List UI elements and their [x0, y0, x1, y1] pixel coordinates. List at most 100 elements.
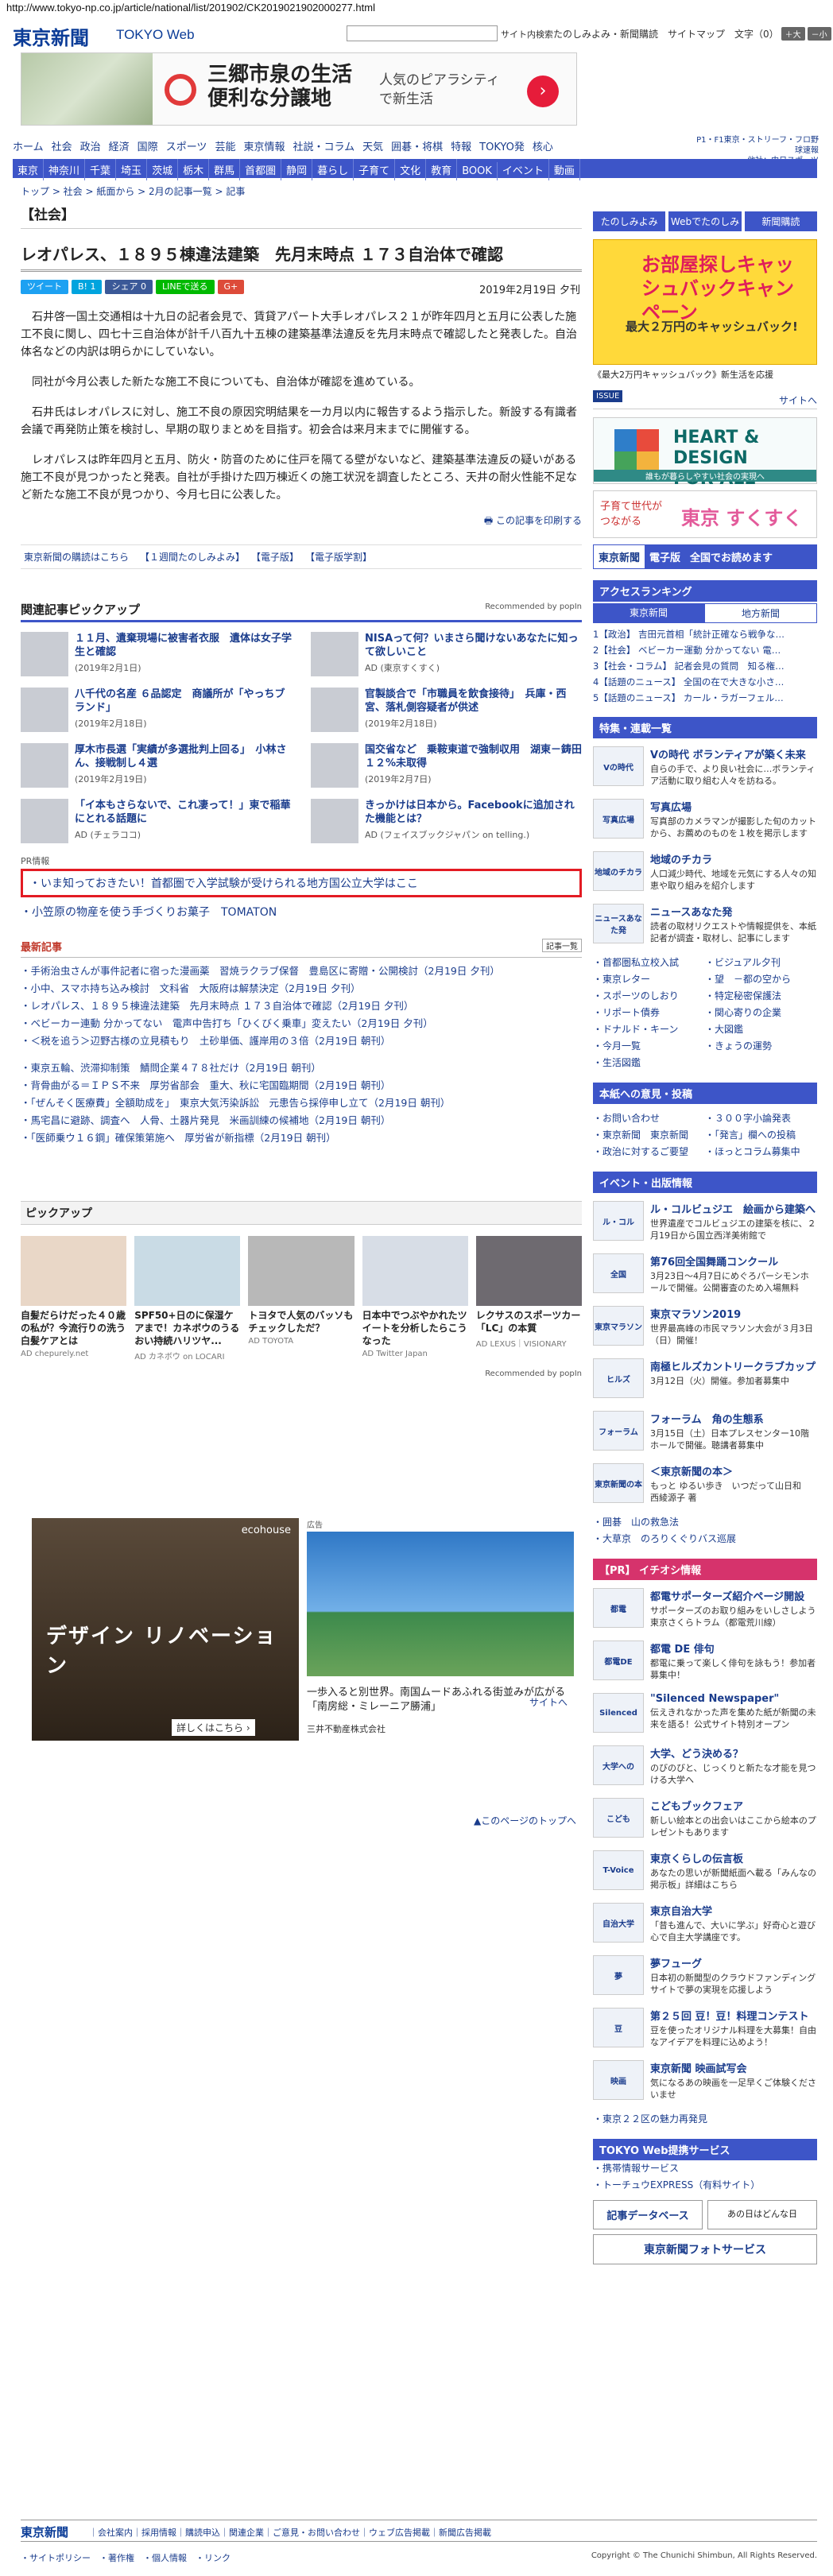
feature-item[interactable]: 地域のチカラ 地域のチカラ 人口減少時代、地域を元気にする人々の知恵や取り組みを紹介…	[593, 851, 817, 896]
event-title[interactable]: 南極ヒルズカントリークラブカップ	[650, 1358, 816, 1373]
pickup-title[interactable]: トヨタで人気のバッソもチェックしただ？	[248, 1309, 354, 1334]
feature-item[interactable]: 写真広場 写真広場 写真部のカメラマンが撮影した旬のカットから、お薦めのものを１枚を…	[593, 799, 817, 843]
ranking-item[interactable]: 2【社会】 ベビーカー運動 分かってない 電…	[593, 642, 817, 658]
related-item[interactable]: 厚木市長選「実績が多選批判上回る」 小林さん、接戦制し４選 (2019年2月19日…	[21, 743, 292, 791]
print-link[interactable]: 🖶 この記事を印刷する	[21, 513, 582, 530]
related-title[interactable]: 官製談合で「市職員を飲食接待」 兵庫・西宮、落札側容疑者が供述	[365, 688, 582, 715]
feature-item[interactable]: ニュースあなた発 ニュースあなた発 読者の取材リクエストや情報提供を、本紙記者が調査…	[593, 904, 817, 948]
site-logo[interactable]: 東京新聞	[13, 22, 89, 50]
pickup-item[interactable]: トヨタで人気のバッソもチェックしただ？ AD TOYOTA	[248, 1236, 355, 1362]
ad-site-link[interactable]: サイトへ	[529, 1695, 568, 1709]
site-search-input[interactable]	[347, 25, 498, 41]
related-item[interactable]: １１月、遺棄現場に被害者衣服 遺体は女子学生と確認 (2019年2月1日)	[21, 632, 292, 680]
side-link[interactable]: 生活図鑑	[593, 1055, 705, 1071]
nav-item[interactable]: 東京情報	[243, 141, 285, 153]
side-link[interactable]: ビジュアル夕刊	[705, 955, 817, 971]
side-link[interactable]: 東京レター	[593, 971, 705, 988]
feature-item[interactable]: Vの時代 Vの時代 ボランティアが築く未来 自らの手で、より良い社会に…ボランティア…	[593, 746, 817, 791]
side-btn-subscribe[interactable]: 新聞購読	[744, 211, 817, 231]
pr-link-highlighted[interactable]: ・いま知っておきたい！首都圏で入学試験が受けられる地方国公立大学はここ	[21, 869, 582, 897]
latest-item[interactable]: ＜税を追う＞辺野古様の立見積もり 土砂単価、護岸用の３倍（2月19日 朝刊）	[21, 1032, 582, 1050]
region-nav-item[interactable]: イベント	[498, 159, 549, 180]
region-nav-item[interactable]: 神奈川	[44, 159, 86, 180]
nav-item[interactable]: 社説・コラム	[293, 141, 355, 153]
pickup-item[interactable]: SPF50+日のに保湿ケアまで！カネボウのうるおい持続ハリツヤ... AD カネボ…	[134, 1236, 241, 1362]
region-nav-item[interactable]: BOOK	[457, 162, 498, 180]
nav-item[interactable]: 芸能	[215, 141, 235, 153]
weekly-link[interactable]: 【１週間たのしみよみ】	[140, 552, 245, 563]
nav-item[interactable]: 経済	[109, 141, 130, 153]
related-title[interactable]: 「イ本もさらないで、これ凄って！」東で稲華にとれる話題に	[75, 799, 292, 826]
region-nav-item[interactable]: 静岡	[281, 159, 313, 180]
subscribe-link[interactable]: 東京新聞の購読はこちら	[24, 552, 129, 563]
hatena-button[interactable]: B! 1	[72, 280, 103, 294]
region-nav-item[interactable]: 暮らし	[312, 159, 355, 180]
side-link[interactable]: リポート債券	[593, 1005, 705, 1021]
side-btn-web[interactable]: Webでたのしみ	[668, 211, 742, 231]
event-item[interactable]: フォーラム フォーラム 角の生態系 3月15日（土）日本プレスセンター10階ホールで…	[593, 1411, 817, 1455]
footer-sub-links[interactable]: ・サイトポリシー ・著作権 ・個人情報 ・リンク	[21, 2553, 231, 2563]
side-link[interactable]: ほっとコラム募集中	[705, 1144, 817, 1160]
side-link[interactable]: ３００字小論発表	[705, 1110, 817, 1127]
event-title[interactable]: 東京マラソン2019	[650, 1306, 817, 1321]
region-nav-item[interactable]: 栃木	[178, 159, 210, 180]
region-nav-item[interactable]: 文化	[395, 159, 427, 180]
event-title[interactable]: ＜東京新聞の本＞	[650, 1463, 817, 1478]
feature-title[interactable]: ニュースあなた発	[650, 904, 817, 919]
ranking-item[interactable]: 5【話題のニュース】 カール・ラガーフェル…	[593, 690, 817, 706]
pr-item[interactable]: 夢夢フューグ 日本初の新聞型のクラウドファンディングサイトで夢の実現を応援しよう	[593, 1955, 817, 2000]
ad-arrow-icon[interactable]: ›	[527, 76, 559, 107]
campaign-banner[interactable]: お部屋探しキャッシュバックキャンペーン 最大２万円のキャッシュバック!	[593, 239, 817, 365]
pr-item[interactable]: T-Voice 東京くらしの伝言板 あなたの思いが新聞紙面へ載る「みんなの掲示板」詳…	[593, 1850, 817, 1895]
event-title[interactable]: 第76回全国舞踊コンクール	[650, 1253, 817, 1269]
pr-title[interactable]: 大学、どう決める？	[650, 1745, 817, 1761]
photo-service-button[interactable]: 東京新聞フォトサービス	[593, 2234, 817, 2264]
pickup-item[interactable]: 日本中でつぶやかれたツイートを分析したらこうなった AD Twitter Japa…	[362, 1236, 468, 1362]
related-item[interactable]: 国交省など 乗鞍東道で強制収用 湖東－鋳田 １２%未取得 (2019年2月7日)	[311, 743, 592, 791]
region-nav-item[interactable]: 群馬	[209, 159, 241, 180]
event-item[interactable]: 東京新聞の本 ＜東京新聞の本＞ もっと ゆるい歩き いつだって山日和 西綾源子 著	[593, 1463, 817, 1508]
pickup-popin-credit[interactable]: Recommended by popIn	[21, 1369, 582, 1378]
student-link[interactable]: 【電子版学割】	[310, 552, 372, 563]
side-link[interactable]: 政治に対するご要望	[593, 1144, 705, 1160]
nav-item[interactable]: 天気	[362, 141, 383, 153]
pickup-item[interactable]: レクサスのスポーツカー「LC」の本質 AD LEXUS｜VISIONARY	[475, 1236, 582, 1362]
pr-title[interactable]: 東京くらしの伝言板	[650, 1850, 817, 1865]
sukusuku-banner[interactable]: 子育て世代が つながる 東京 すくすく	[593, 490, 817, 538]
side-btn-tanoshimi[interactable]: たのしみよみ	[593, 211, 666, 231]
related-title[interactable]: きっかけは日本から。Facebookに追加された機能とは？	[365, 799, 582, 826]
latest-item[interactable]: 背骨曲がる＝ＩＰＳ不来 厚労省部会 重大、秋に宅国臨期間（2月19日 朝刊）	[21, 1077, 582, 1094]
ranking-item[interactable]: 1【政治】 吉田元首相「統計正確なら戦争な…	[593, 626, 817, 642]
digital-edition-banner[interactable]: 東京新聞 電子版 全国でお読めます	[593, 544, 817, 569]
pickup-item[interactable]: 自髪だらけだった４０歳の私が？今流行りの洗う白髪ケアとは AD chepurely…	[21, 1236, 127, 1362]
region-nav-item[interactable]: 埼玉	[116, 159, 148, 180]
pr-item[interactable]: 大学への 大学、どう決める？ のびのびと、じっくりと新たな才能を見つける大学へ	[593, 1745, 817, 1790]
ad-detail-button[interactable]: 詳しくはこちら ›	[172, 1719, 255, 1736]
related-title[interactable]: 厚木市長選「実績が多選批判上回る」 小林さん、接戦制し４選	[75, 743, 292, 770]
nav-item[interactable]: 社会	[52, 141, 72, 153]
side-link[interactable]: 「発言」欄への投稿	[705, 1127, 817, 1144]
nav-item[interactable]: スポーツ	[166, 141, 207, 153]
ranking-tab-local[interactable]: 地方新聞	[704, 603, 817, 623]
footer-links[interactable]: ｜会社案内｜採用情報｜購読申込｜関連企業｜ご意見・お問い合わせ｜ウェブ広告掲載｜…	[89, 2526, 491, 2539]
pr-title[interactable]: 第２５回 豆！豆！料理コンテスト	[650, 2008, 817, 2023]
related-title[interactable]: 国交省など 乗鞍東道で強制収用 湖東－鋳田 １２%未取得	[365, 743, 592, 770]
campaign-caption[interactable]: 《最大2万円キャッシュバック》新生活を応援	[593, 368, 817, 381]
nav-item[interactable]: ホーム	[13, 141, 44, 153]
region-nav-item[interactable]: 教育	[426, 159, 458, 180]
side-link[interactable]: きょうの運勢	[705, 1038, 817, 1055]
side-link[interactable]: ・東京２２区の魅力再発見	[593, 2111, 817, 2128]
event-item[interactable]: ル・コル ル・コルビュジエ 絵画から建築へ 世界遺産でコルビュジエの建築を核に、２月…	[593, 1201, 817, 1245]
latest-item[interactable]: レオパレス、１８９５棟違法建築 先月末時点 １７３自治体で確認（2月19日 夕刊…	[21, 997, 582, 1015]
digital-link[interactable]: 【電子版】	[256, 552, 299, 563]
side-link[interactable]: お問い合わせ	[593, 1110, 705, 1127]
site-logo-web[interactable]: TOKYO Web	[116, 27, 195, 43]
pickup-title[interactable]: 日本中でつぶやかれたツイートを分析したらこうなった	[362, 1309, 468, 1347]
googleplus-button[interactable]: G+	[217, 280, 245, 294]
pr-item[interactable]: 豆第２５回 豆！豆！料理コンテスト 豆を使ったオリジナル料理を大募集！自由なアイデ…	[593, 2008, 817, 2052]
issue-site-link[interactable]: サイトへ	[779, 393, 817, 407]
site-search-button[interactable]: サイト内検索	[501, 28, 553, 41]
line-button[interactable]: LINEで送る	[155, 280, 215, 294]
pr-link-2[interactable]: ・小笠原の物産を使う手づくりお菓子 TOMATON	[21, 904, 582, 920]
side-link[interactable]: ・大草京 のろりくぐりバス巡展	[593, 1531, 817, 1548]
